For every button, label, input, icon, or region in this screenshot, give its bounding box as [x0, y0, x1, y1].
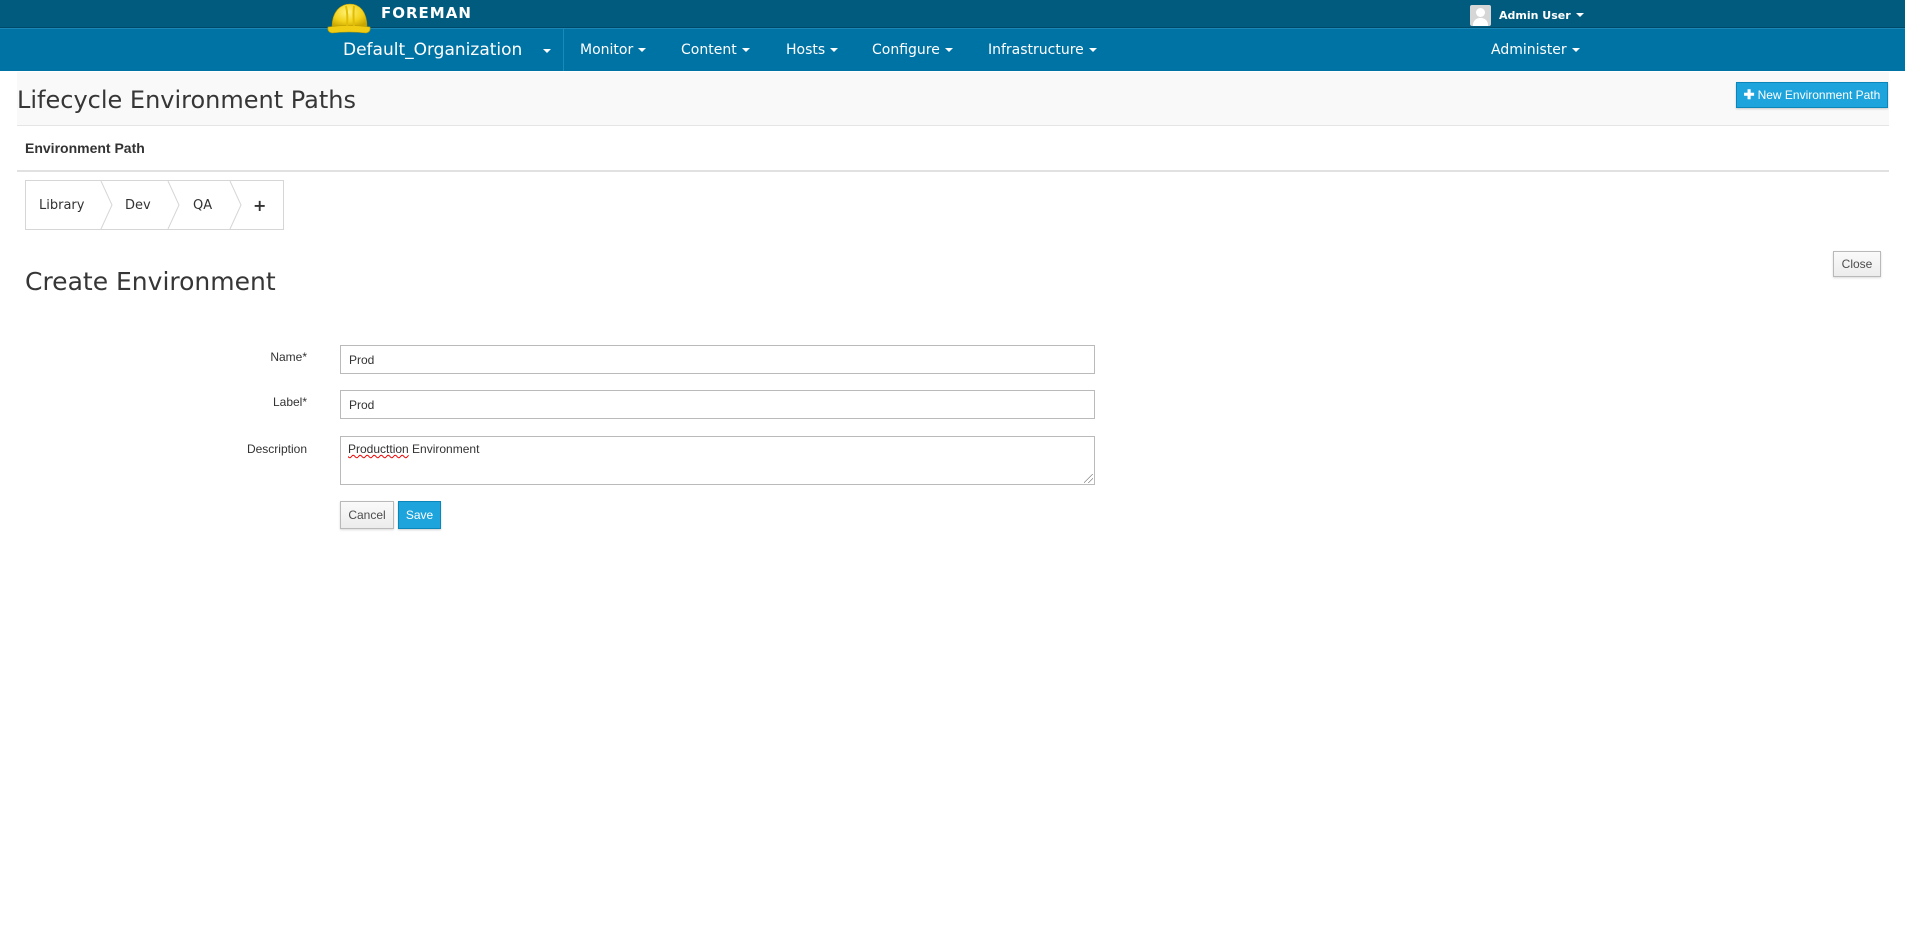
nav-administer[interactable]: Administer	[1491, 29, 1580, 71]
misspelled-word: Producttion	[348, 442, 409, 456]
path-item-dev[interactable]: Dev	[125, 181, 151, 229]
caret-down-icon	[1575, 13, 1584, 17]
page-header: Lifecycle Environment Paths ✚ New Enviro…	[17, 72, 1889, 126]
name-input[interactable]	[340, 345, 1095, 374]
path-separator-icon	[229, 181, 242, 229]
cancel-button[interactable]: Cancel	[340, 501, 394, 529]
name-label: Name*	[270, 350, 307, 364]
hardhat-icon[interactable]	[326, 0, 372, 36]
resize-handle[interactable]	[1084, 474, 1093, 483]
caret-down-icon	[1571, 48, 1580, 52]
path-item-label: Dev	[125, 197, 151, 213]
path-item-label: Library	[39, 197, 85, 213]
org-caret-down-icon[interactable]	[543, 49, 551, 53]
nav-configure-label: Configure	[872, 42, 940, 58]
caret-down-icon	[741, 48, 750, 52]
new-environment-path-label: New Environment Path	[1757, 88, 1881, 102]
nav-infrastructure-label: Infrastructure	[988, 42, 1084, 58]
caret-down-icon	[944, 48, 953, 52]
caret-down-icon	[638, 48, 647, 52]
user-menu[interactable]: Admin User	[1470, 4, 1584, 26]
description-text: Environment	[408, 442, 480, 456]
page-title: Lifecycle Environment Paths	[17, 86, 357, 114]
form-title: Create Environment	[25, 267, 276, 296]
top-bar: FOREMAN Admin User	[0, 0, 1905, 28]
section-title: Environment Path	[25, 140, 145, 156]
path-item-label: QA	[193, 197, 213, 213]
nav-monitor-label: Monitor	[580, 42, 634, 58]
path-item-qa[interactable]: QA	[193, 181, 212, 229]
plus-icon: +	[253, 195, 267, 215]
label-label: Label*	[272, 395, 307, 409]
nav-content[interactable]: Content	[681, 29, 750, 71]
path-separator-icon	[167, 181, 180, 229]
nav-configure[interactable]: Configure	[872, 29, 953, 71]
description-textarea[interactable]: Producttion Environment	[340, 436, 1095, 485]
nav-monitor[interactable]: Monitor	[580, 29, 647, 71]
save-button[interactable]: Save	[398, 501, 441, 529]
nav-divider	[563, 29, 564, 71]
nav-infrastructure[interactable]: Infrastructure	[988, 29, 1097, 71]
plus-icon: ✚	[1743, 87, 1755, 102]
caret-down-icon	[1088, 48, 1097, 52]
caret-down-icon	[830, 48, 839, 52]
path-separator-icon	[100, 181, 113, 229]
nav-content-label: Content	[681, 42, 737, 58]
org-switcher-label: Default_Organization	[343, 40, 523, 60]
nav-hosts[interactable]: Hosts	[786, 29, 839, 71]
close-button[interactable]: Close	[1833, 251, 1881, 277]
main-navbar: Default_Organization Monitor Content Hos…	[0, 28, 1905, 71]
label-input[interactable]	[340, 390, 1095, 419]
nav-hosts-label: Hosts	[786, 42, 826, 58]
add-environment-button[interactable]: +	[253, 181, 266, 229]
nav-administer-label: Administer	[1491, 42, 1567, 58]
environment-path: Library Dev QA +	[25, 180, 284, 230]
section-divider	[17, 170, 1889, 172]
path-item-library[interactable]: Library	[39, 181, 84, 229]
user-avatar-icon	[1470, 4, 1491, 26]
user-menu-label: Admin User	[1499, 8, 1571, 22]
brand-name[interactable]: FOREMAN	[381, 4, 472, 22]
new-environment-path-button[interactable]: ✚ New Environment Path	[1736, 82, 1888, 108]
description-label: Description	[246, 442, 307, 456]
